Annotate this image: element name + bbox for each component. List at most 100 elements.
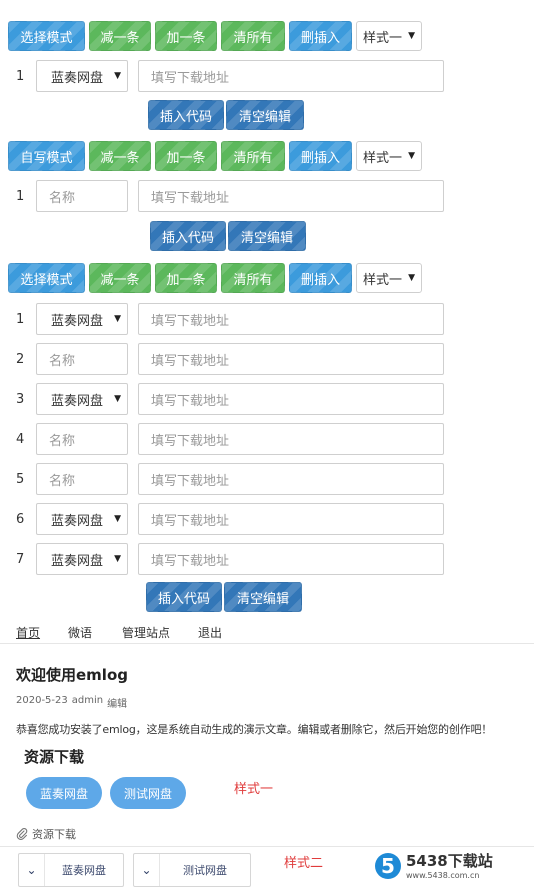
watermark-text: 5438下载站 www.5438.com.cn	[406, 850, 493, 880]
caret-down-icon: ▼	[114, 71, 121, 81]
style-select[interactable]: 样式一 ▼	[356, 21, 422, 51]
source-select-value: 蓝奏网盘	[51, 393, 104, 409]
clear-all-button[interactable]: 清所有	[221, 21, 285, 51]
select-mode-button[interactable]: 选择模式	[8, 21, 85, 51]
svg-text:5: 5	[381, 854, 395, 878]
write-mode-button[interactable]: 自写模式	[8, 141, 85, 171]
insert-code-button[interactable]: 插入代码	[150, 221, 226, 251]
style-select-value: 样式一	[363, 30, 403, 46]
style-select-value: 样式一	[363, 272, 403, 288]
clear-all-button[interactable]: 清所有	[221, 263, 285, 293]
minus-one-button[interactable]: 减一条	[89, 263, 151, 293]
url-input[interactable]: 填写下载地址	[138, 60, 444, 92]
toolbar-1: 选择模式 减一条 加一条 清所有 删插入 样式一 ▼	[8, 21, 422, 51]
caret-down-icon: ▼	[408, 151, 415, 161]
lanzou-ghost-label: 蓝奏网盘	[62, 864, 106, 877]
delete-insert-button[interactable]: 删插入	[289, 263, 352, 293]
source-select[interactable]: 蓝奏网盘 ▼	[36, 503, 128, 535]
caret-down-icon: ▼	[408, 31, 415, 41]
post-edit-link[interactable]: 编辑	[107, 695, 127, 710]
style-select[interactable]: 样式一 ▼	[356, 141, 422, 171]
row-number: 1	[16, 188, 25, 204]
url-input[interactable]: 填写下载地址	[138, 543, 444, 575]
test-ghost-button[interactable]: ⌄ 测试网盘	[133, 853, 251, 887]
link-row: 2 名称 填写下载地址	[0, 343, 444, 375]
source-select[interactable]: 蓝奏网盘 ▼	[36, 60, 128, 92]
link-row: 1 蓝奏网盘 ▼ 填写下载地址	[0, 303, 444, 335]
lanzou-ghost-button[interactable]: ⌄ 蓝奏网盘	[18, 853, 124, 887]
url-input[interactable]: 填写下载地址	[138, 180, 444, 212]
row-number: 2	[16, 351, 25, 367]
link-row: 4 名称 填写下载地址	[0, 423, 444, 455]
watermark-url: www.5438.com.cn	[406, 871, 480, 880]
minus-one-button[interactable]: 减一条	[89, 141, 151, 171]
site-nav: 首页 微语 管理站点 退出	[0, 620, 534, 644]
row-number: 1	[16, 311, 25, 327]
clear-edit-button[interactable]: 清空编辑	[228, 221, 306, 251]
style-select[interactable]: 样式一 ▼	[356, 263, 422, 293]
caret-down-icon: ▼	[408, 273, 415, 283]
post-meta: 2020-5-23 admin 编辑	[16, 695, 131, 710]
source-select[interactable]: 蓝奏网盘 ▼	[36, 543, 128, 575]
post-author[interactable]: admin	[72, 695, 103, 710]
chevron-down-icon: ⌄	[19, 854, 45, 886]
url-input[interactable]: 填写下载地址	[138, 343, 444, 375]
post-title[interactable]: 欢迎使用emlog	[16, 664, 128, 685]
select-mode-button[interactable]: 选择模式	[8, 263, 85, 293]
insert-code-button[interactable]: 插入代码	[148, 100, 224, 130]
caret-down-icon: ▼	[114, 314, 121, 324]
caret-down-icon: ▼	[114, 394, 121, 404]
caret-down-icon: ▼	[114, 514, 121, 524]
url-input[interactable]: 填写下载地址	[138, 303, 444, 335]
chevron-down-icon: ⌄	[134, 854, 160, 886]
clear-all-button[interactable]: 清所有	[221, 141, 285, 171]
name-input[interactable]: 名称	[36, 343, 128, 375]
url-input[interactable]: 填写下载地址	[138, 383, 444, 415]
row-number: 1	[16, 68, 25, 84]
link-row: 5 名称 填写下载地址	[0, 463, 444, 495]
post-body: 恭喜您成功安装了emlog，这是系统自动生成的演示文章。编辑或者删除它，然后开始…	[16, 723, 493, 736]
plus-one-button[interactable]: 加一条	[155, 141, 217, 171]
delete-insert-button[interactable]: 删插入	[289, 21, 352, 51]
nav-weibo-link[interactable]: 微语	[68, 624, 92, 641]
plus-one-button[interactable]: 加一条	[155, 21, 217, 51]
row-number: 5	[16, 471, 25, 487]
post-date: 2020-5-23	[16, 695, 68, 706]
nav-logout-link[interactable]: 退出	[198, 624, 222, 641]
insert-code-button[interactable]: 插入代码	[146, 582, 222, 612]
source-select-value: 蓝奏网盘	[51, 553, 104, 569]
clear-edit-button[interactable]: 清空编辑	[226, 100, 304, 130]
nav-manage-link[interactable]: 管理站点	[122, 624, 170, 641]
plus-one-button[interactable]: 加一条	[155, 263, 217, 293]
source-select[interactable]: 蓝奏网盘 ▼	[36, 303, 128, 335]
toolbar-3: 选择模式 减一条 加一条 清所有 删插入 样式一 ▼	[8, 263, 422, 293]
source-select-value: 蓝奏网盘	[51, 70, 104, 86]
source-select[interactable]: 蓝奏网盘 ▼	[36, 383, 128, 415]
url-input[interactable]: 填写下载地址	[138, 423, 444, 455]
lanzou-download-button[interactable]: 蓝奏网盘	[26, 777, 102, 809]
site-logo-icon: 5	[375, 853, 401, 879]
url-input[interactable]: 填写下载地址	[138, 463, 444, 495]
watermark-main: 5438下载站	[406, 852, 493, 870]
test-ghost-label: 测试网盘	[183, 864, 227, 877]
editor-actions-1: 插入代码 清空编辑	[148, 100, 306, 130]
clear-edit-button[interactable]: 清空编辑	[224, 582, 302, 612]
url-input[interactable]: 填写下载地址	[138, 503, 444, 535]
style-select-value: 样式一	[363, 150, 403, 166]
style-one-label: 样式一	[234, 782, 274, 797]
link-row: 1 蓝奏网盘 ▼ 填写下载地址	[0, 60, 444, 92]
row-number: 3	[16, 391, 25, 407]
test-download-button[interactable]: 测试网盘	[110, 777, 186, 809]
minus-one-button[interactable]: 减一条	[89, 21, 151, 51]
row-number: 7	[16, 551, 25, 567]
delete-insert-button[interactable]: 删插入	[289, 141, 352, 171]
name-input[interactable]: 名称	[36, 180, 128, 212]
editor-actions-2: 插入代码 清空编辑	[150, 221, 308, 251]
link-row: 1 名称 填写下载地址	[0, 180, 444, 212]
link-row: 7 蓝奏网盘 ▼ 填写下载地址	[0, 543, 444, 575]
caret-down-icon: ▼	[114, 554, 121, 564]
style-two-label: 样式二	[284, 856, 324, 871]
nav-home-link[interactable]: 首页	[16, 624, 40, 641]
name-input[interactable]: 名称	[36, 463, 128, 495]
name-input[interactable]: 名称	[36, 423, 128, 455]
